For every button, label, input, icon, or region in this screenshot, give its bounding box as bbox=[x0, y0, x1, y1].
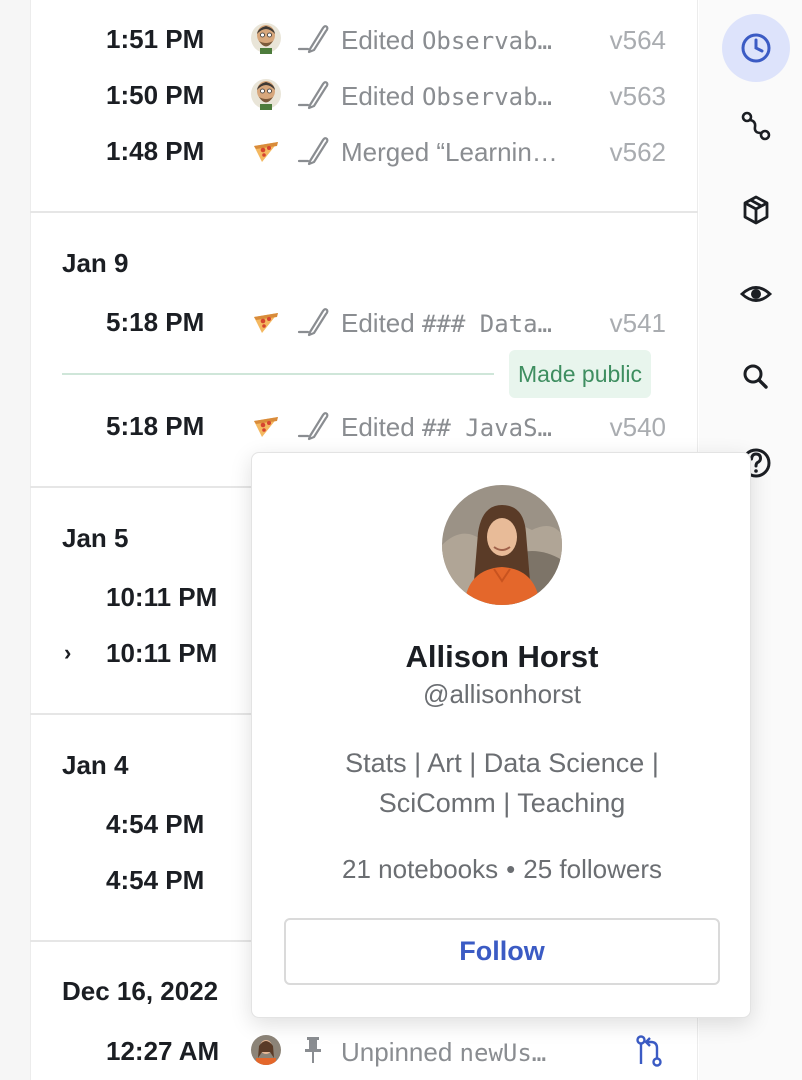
history-row[interactable]: 1:48 PM Merged “Learnin… v562 bbox=[30, 124, 698, 180]
row-time: 4:54 PM bbox=[106, 865, 205, 895]
profile-photo-image bbox=[442, 485, 562, 605]
desc-text: Unpinned bbox=[341, 1037, 460, 1067]
profile-popover: Allison Horst @allisonhorst Stats | Art … bbox=[251, 452, 751, 1018]
search-button[interactable] bbox=[722, 343, 790, 411]
date-heading: Dec 16, 2022 bbox=[62, 976, 219, 1006]
merge-request-icon[interactable] bbox=[634, 1034, 664, 1068]
eye-icon bbox=[739, 286, 773, 302]
history-row[interactable]: 5:18 PM Edited ### Data… v541 bbox=[30, 295, 698, 351]
desc-code: Observab… bbox=[421, 27, 552, 55]
outer-margin-left bbox=[0, 0, 30, 1080]
version-label[interactable]: v563 bbox=[610, 81, 666, 112]
history-row[interactable]: 1:51 PM Edited Observab… v564 bbox=[30, 12, 698, 68]
row-description[interactable]: Merged “Learnin… bbox=[341, 137, 577, 168]
user-photo-avatar-icon[interactable] bbox=[250, 1034, 282, 1066]
made-public-badge: Made public bbox=[509, 350, 652, 398]
stats-separator: • bbox=[506, 854, 516, 884]
package-button[interactable] bbox=[722, 176, 790, 244]
made-public-line bbox=[62, 373, 494, 375]
profile-name[interactable]: Allison Horst bbox=[252, 639, 752, 675]
pizza-avatar-icon[interactable] bbox=[250, 409, 282, 441]
row-description[interactable]: Edited Observab… bbox=[341, 81, 577, 112]
profile-bio-line: Stats | Art | Data Science | bbox=[345, 748, 659, 778]
row-time: 5:18 PM bbox=[106, 307, 205, 337]
row-time: 5:18 PM bbox=[106, 411, 205, 441]
row-description[interactable]: Unpinned newUs… bbox=[341, 1037, 577, 1068]
desc-text: Merged “Learnin… bbox=[341, 137, 558, 167]
version-label[interactable]: v562 bbox=[610, 137, 666, 168]
follow-button[interactable]: Follow bbox=[284, 918, 720, 985]
row-time: 1:50 PM bbox=[106, 80, 205, 110]
row-time: 4:54 PM bbox=[106, 809, 205, 839]
illustrated-avatar-icon[interactable] bbox=[250, 22, 282, 54]
version-label[interactable]: v541 bbox=[610, 308, 666, 339]
desc-text: Edited bbox=[341, 81, 422, 111]
profile-handle: @allisonhorst bbox=[423, 679, 581, 709]
history-row[interactable]: 1:50 PM Edited Observab… v563 bbox=[30, 68, 698, 124]
date-heading: Jan 4 bbox=[62, 750, 129, 780]
notebooks-count[interactable]: 21 notebooks bbox=[342, 854, 498, 884]
row-time: 1:48 PM bbox=[106, 136, 205, 166]
dependencies-button[interactable] bbox=[722, 92, 790, 160]
search-icon bbox=[743, 364, 768, 389]
edit-icon bbox=[297, 25, 329, 54]
desc-text: Edited bbox=[341, 25, 422, 55]
row-time: 1:51 PM bbox=[106, 24, 205, 54]
desc-code: newUs… bbox=[459, 1039, 547, 1067]
date-heading: Jan 5 bbox=[62, 523, 129, 553]
section-divider bbox=[30, 211, 698, 213]
desc-code: ## JavaS… bbox=[421, 414, 552, 442]
illustrated-avatar-icon[interactable] bbox=[250, 78, 282, 110]
history-button[interactable] bbox=[722, 14, 790, 82]
package-icon bbox=[743, 195, 769, 225]
profile-stats: 21 notebooks • 25 followers bbox=[252, 854, 752, 885]
edit-icon bbox=[297, 308, 329, 337]
profile-photo[interactable] bbox=[442, 485, 562, 605]
visibility-button[interactable] bbox=[722, 260, 790, 328]
version-label[interactable]: v540 bbox=[610, 412, 666, 443]
row-description[interactable]: Edited Observab… bbox=[341, 25, 577, 56]
edit-icon bbox=[297, 137, 329, 166]
history-icon bbox=[741, 33, 771, 63]
row-time: 10:11 PM bbox=[106, 582, 218, 612]
profile-bio: Stats | Art | Data Science | SciComm | T… bbox=[312, 743, 692, 823]
desc-code: Observab… bbox=[421, 83, 552, 111]
date-heading: Jan 9 bbox=[62, 248, 129, 278]
row-description[interactable]: Edited ### Data… bbox=[341, 308, 577, 339]
desc-code: ### Data… bbox=[421, 310, 552, 338]
followers-count[interactable]: 25 followers bbox=[523, 854, 662, 884]
row-time: 10:11 PM bbox=[106, 638, 218, 668]
pizza-avatar-icon[interactable] bbox=[250, 305, 282, 337]
history-row[interactable]: 5:18 PM Edited ## JavaS… v540 bbox=[30, 399, 698, 455]
history-row[interactable]: 12:27 AM Unpinned newUs… bbox=[30, 1024, 698, 1080]
pin-icon bbox=[305, 1037, 321, 1063]
dependencies-icon bbox=[741, 111, 771, 141]
version-label[interactable]: v564 bbox=[610, 25, 666, 56]
row-description[interactable]: Edited ## JavaS… bbox=[341, 412, 577, 443]
pizza-avatar-icon[interactable] bbox=[250, 134, 282, 166]
desc-text: Edited bbox=[341, 308, 422, 338]
expand-chevron-icon[interactable]: › bbox=[64, 640, 71, 666]
edit-icon bbox=[297, 412, 329, 441]
desc-text: Edited bbox=[341, 412, 422, 442]
profile-bio-line: SciComm | Teaching bbox=[378, 788, 626, 818]
edit-icon bbox=[297, 81, 329, 110]
row-time: 12:27 AM bbox=[106, 1036, 220, 1066]
